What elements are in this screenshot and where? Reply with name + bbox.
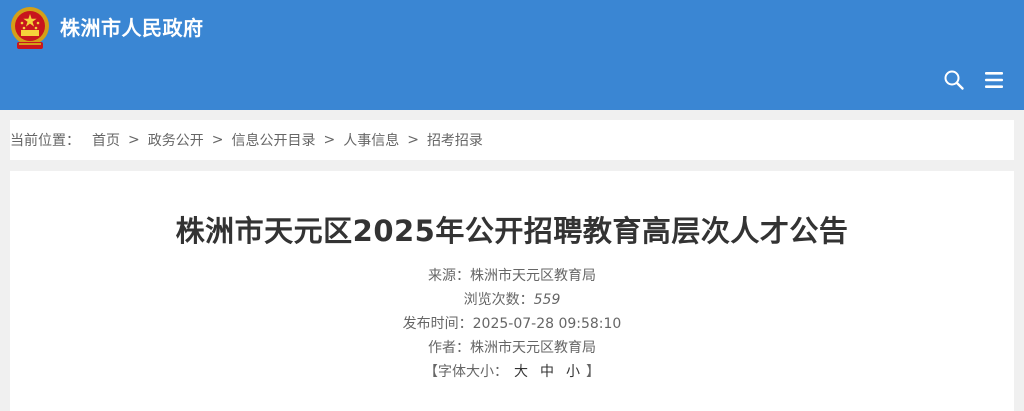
- breadcrumb-separator: >: [128, 132, 140, 148]
- views-label: 浏览次数：: [463, 292, 534, 308]
- source-label: 来源：: [428, 268, 470, 284]
- site-title[interactable]: 株洲市人民政府: [60, 14, 204, 42]
- published-label: 发布时间：: [402, 316, 473, 332]
- source-value: 株洲市天元区教育局: [470, 268, 596, 284]
- breadcrumb-separator: >: [323, 132, 336, 148]
- breadcrumb-label: 当前位置：: [10, 133, 80, 149]
- breadcrumb-item-recruitment[interactable]: 招考招录: [427, 130, 483, 150]
- site-header: 株洲市人民政府: [0, 0, 1024, 110]
- article-views: 浏览次数：559: [10, 290, 1014, 310]
- breadcrumb-item-info-catalog[interactable]: 信息公开目录: [231, 130, 315, 150]
- article-panel: 株洲市天元区2025年公开招聘教育高层次人才公告 来源：株洲市天元区教育局 浏览…: [10, 171, 1014, 411]
- article-published: 发布时间：2025-07-28 09:58:10: [10, 314, 1014, 334]
- article-source: 来源：株洲市天元区教育局: [10, 266, 1014, 286]
- breadcrumb-item-gov-affairs[interactable]: 政务公开: [148, 130, 204, 150]
- views-count: 559: [533, 292, 561, 308]
- font-size-large-button[interactable]: 大: [514, 364, 528, 380]
- published-value: 2025-07-28 09:58:10: [472, 316, 622, 332]
- breadcrumb-item-personnel[interactable]: 人事信息: [343, 130, 399, 150]
- article-author: 作者：株洲市天元区教育局: [10, 338, 1014, 358]
- font-size-control: 【字体大小： 大中小】: [10, 362, 1014, 382]
- font-size-label: 【字体大小：: [424, 364, 508, 380]
- author-label: 作者：: [428, 340, 470, 356]
- menu-icon[interactable]: [984, 70, 1004, 90]
- font-size-close: 】: [586, 364, 600, 380]
- national-emblem-icon[interactable]: [9, 6, 51, 52]
- article-title: 株洲市天元区2025年公开招聘教育高层次人才公告: [175, 214, 849, 248]
- breadcrumb-item-home[interactable]: 首页: [92, 130, 120, 150]
- breadcrumb: 当前位置： 首页 > 政务公开 > 信息公开目录 > 人事信息 > 招考招录: [10, 120, 1014, 160]
- font-size-small-button[interactable]: 小: [566, 364, 580, 380]
- search-icon[interactable]: [943, 69, 965, 91]
- breadcrumb-separator: >: [407, 132, 419, 148]
- breadcrumb-separator: >: [211, 132, 224, 148]
- font-size-medium-button[interactable]: 中: [540, 364, 554, 380]
- author-value: 株洲市天元区教育局: [470, 340, 596, 356]
